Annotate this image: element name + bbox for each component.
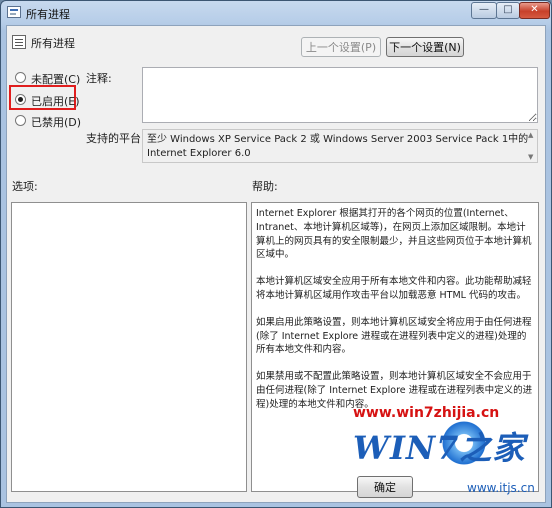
comment-label: 注释: (86, 72, 112, 85)
options-label: 选项: (12, 180, 38, 193)
scroll-down-arrow-icon[interactable]: ▼ (528, 154, 536, 161)
help-paragraph: Internet Explorer 根据其打开的各个网页的位置(Internet… (256, 208, 532, 261)
next-setting-button[interactable]: 下一个设置(N) (386, 37, 464, 57)
supported-platform-box: 至少 Windows XP Service Pack 2 或 Windows S… (142, 129, 538, 163)
help-paragraph: 本地计算机区域安全应用于所有本地文件和内容。此功能帮助减轻将本地计算机区域用作攻… (256, 276, 532, 301)
close-button[interactable]: ✕ (519, 2, 550, 19)
watermark-logo: WIN7之家 (353, 429, 526, 467)
maximize-button[interactable]: □ (496, 2, 520, 19)
policy-setting-icon (12, 35, 26, 49)
comment-field[interactable] (142, 67, 538, 123)
radio-enabled-circle[interactable] (15, 94, 26, 105)
policy-window-icon (7, 6, 21, 18)
radio-enabled-label[interactable]: 已启用(E) (31, 93, 80, 109)
previous-setting-button[interactable]: 上一个设置(P) (301, 37, 381, 57)
radio-not-configured-circle[interactable] (15, 72, 26, 83)
policy-dialog-window: 所有进程 — □ ✕ 所有进程 上一个设置(P) 下一个设置(N) 未配置(C)… (0, 0, 552, 508)
scroll-up-arrow-icon[interactable]: ▲ (528, 132, 536, 139)
title-bar[interactable]: 所有进程 — □ ✕ (1, 1, 551, 25)
minimize-button[interactable]: — (471, 2, 497, 19)
radio-disabled-circle[interactable] (15, 115, 26, 126)
policy-name-heading: 所有进程 (31, 37, 75, 50)
help-label: 帮助: (252, 180, 278, 193)
supported-platform-text: 至少 Windows XP Service Pack 2 或 Windows S… (147, 134, 529, 159)
supported-on-label: 支持的平台: (86, 132, 145, 145)
radio-disabled-label[interactable]: 已禁用(D) (31, 114, 81, 130)
window-title: 所有进程 (26, 8, 70, 21)
watermark-url: www.win7zhijia.cn (353, 405, 500, 421)
watermark: www.win7zhijia.cn WIN7之家 www.itjs.cn (349, 401, 545, 501)
help-paragraph: 如果启用此策略设置，则本地计算机区域安全将应用于由任何进程(除了 Interne… (256, 316, 532, 356)
watermark-site: www.itjs.cn (467, 481, 535, 495)
options-panel (11, 202, 247, 492)
